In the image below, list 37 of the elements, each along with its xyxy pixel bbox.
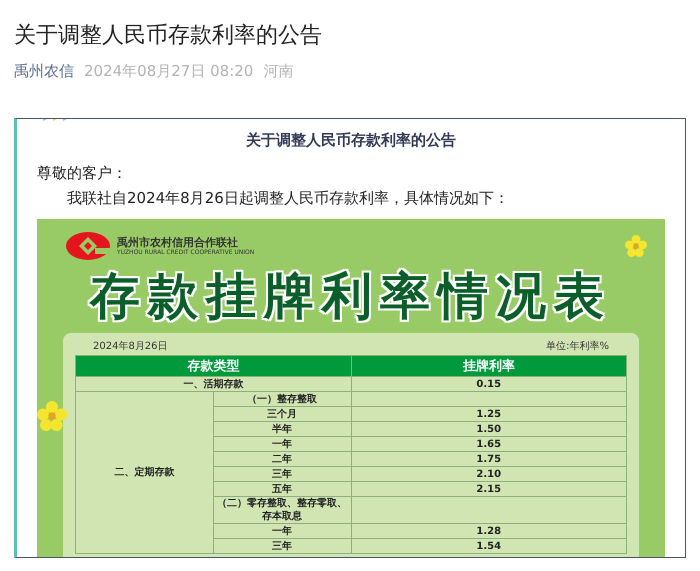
table-cell: 一年	[213, 524, 351, 538]
table-cell: 2.10	[351, 466, 626, 482]
table-cell: 1.28	[351, 524, 626, 538]
intro-text: 我联社自2024年8月26日起调整人民币存款利率，具体情况如下：	[66, 188, 510, 209]
table-cell: 1.75	[351, 452, 626, 466]
table-header-cell: 挂牌利率	[351, 356, 626, 376]
table-cell: 二年	[213, 452, 351, 466]
table-cell: 一年	[213, 436, 351, 452]
table-cell: 1.54	[351, 538, 626, 554]
table-cell: 一、活期存款	[76, 376, 351, 392]
publish-time: 2024年08月27日 08:20	[84, 61, 254, 82]
flower-icon	[37, 401, 67, 431]
organization-name: 禹州市农村信用合作联社	[117, 236, 239, 248]
table-cell: 0.15	[351, 376, 626, 392]
table-cell: 三年	[213, 466, 351, 482]
flower-icon	[625, 235, 647, 257]
table-cell: 半年	[213, 422, 351, 436]
notice-heading: 关于调整人民币存款利率的公告	[244, 130, 457, 151]
table-cell: 三个月	[213, 406, 351, 422]
poster-title: 存款挂牌利率情况表	[88, 266, 613, 327]
article-title: 关于调整人民币存款利率的公告	[14, 22, 323, 50]
region-label: 河南	[263, 61, 294, 82]
table-cell: 1.50	[351, 422, 626, 436]
unit-label: 单位:年利率%	[546, 340, 609, 354]
table-cell: 三年	[213, 538, 351, 554]
table-cell: （一）整存整取	[213, 392, 351, 406]
table-cell: 1.25	[351, 406, 626, 422]
logo-icon	[65, 231, 111, 261]
table-cell: 二、定期存款	[76, 392, 214, 554]
table-cell: （二）零存整取、整存零取、存本取息	[213, 496, 351, 524]
table-cell: 2.15	[351, 482, 626, 496]
greeting-text: 尊敬的客户：	[37, 163, 128, 184]
account-name[interactable]: 禹州农信	[14, 60, 74, 82]
table-cell: 五年	[213, 482, 351, 496]
table-cell: 1.65	[351, 436, 626, 452]
table-date: 2024年8月26日	[93, 340, 168, 354]
table-header-cell: 存款类型	[76, 356, 351, 376]
